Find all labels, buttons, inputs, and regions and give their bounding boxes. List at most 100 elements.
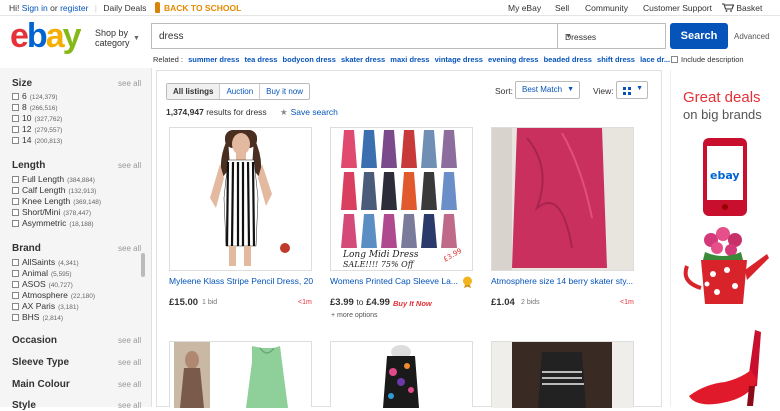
item-card[interactable] <box>169 341 312 408</box>
phone-screen-logo: ebay <box>710 169 740 182</box>
my-ebay-link[interactable]: My eBay <box>508 3 541 13</box>
size-see-all[interactable]: see all <box>118 79 141 88</box>
sort-select[interactable]: Best Match ▼ <box>515 81 580 99</box>
basket-link[interactable]: Basket <box>722 3 762 13</box>
brand-scrollbar[interactable] <box>141 253 145 277</box>
main-colour-heading[interactable]: Main Colour <box>12 379 70 390</box>
include-description-checkbox[interactable] <box>671 56 678 63</box>
filter-item[interactable]: 12 (279,557) <box>12 124 62 134</box>
item-card[interactable] <box>491 341 634 408</box>
filter-count: (18,188) <box>69 221 94 228</box>
filter-item[interactable]: Knee Length (369,148) <box>12 196 101 206</box>
shop-by-category[interactable]: Shop by category ▼ <box>95 28 140 48</box>
advanced-search-link[interactable]: Advanced <box>734 32 770 41</box>
sell-link[interactable]: Sell <box>555 3 569 13</box>
related-link[interactable]: shift dress <box>597 55 635 64</box>
search-button[interactable]: Search <box>670 23 728 49</box>
related-link[interactable]: bodycon dress <box>283 55 336 64</box>
related-link[interactable]: skater dress <box>341 55 385 64</box>
related-link[interactable]: summer dress <box>188 55 239 64</box>
sleeve-type-heading[interactable]: Sleeve Type <box>12 357 69 368</box>
filter-item[interactable]: 8 (266,516) <box>12 102 58 112</box>
filter-label: Atmosphere <box>22 290 68 300</box>
item-image[interactable]: Long Midi Dress SALE!!!! 75% Off £3.99 <box>331 128 472 270</box>
filter-item[interactable]: BHS (2,814) <box>12 312 63 322</box>
checkbox[interactable] <box>12 126 19 133</box>
item-card[interactable]: Long Midi Dress SALE!!!! 75% Off £3.99 <box>330 127 473 271</box>
filter-item[interactable]: Animal (5,595) <box>12 268 72 278</box>
ebay-logo[interactable]: ebay <box>10 19 82 53</box>
filter-item[interactable]: Asymmetric (18,188) <box>12 218 94 228</box>
advertisement-banner[interactable]: Great deals on big brands ebay <box>670 70 780 407</box>
checkbox[interactable] <box>12 137 19 144</box>
tab-buy-it-now[interactable]: Buy it now <box>260 84 309 99</box>
checkbox[interactable] <box>12 281 19 288</box>
filter-item[interactable]: ASOS (40,727) <box>12 279 73 289</box>
filter-item[interactable]: Calf Length (132,913) <box>12 185 96 195</box>
register-link[interactable]: register <box>60 3 88 13</box>
filter-item[interactable]: Short/Mini (378,447) <box>12 207 91 217</box>
checkbox[interactable] <box>12 93 19 100</box>
style-heading[interactable]: Style <box>12 400 36 411</box>
style-see-all[interactable]: see all <box>118 401 141 410</box>
checkbox[interactable] <box>12 292 19 299</box>
checkbox[interactable] <box>12 198 19 205</box>
length-see-all[interactable]: see all <box>118 161 141 170</box>
related-link[interactable]: evening dress <box>488 55 538 64</box>
customer-support-link[interactable]: Customer Support <box>643 3 712 13</box>
main-colour-see-all[interactable]: see all <box>118 380 141 389</box>
filter-item[interactable]: Atmosphere (22,180) <box>12 290 95 300</box>
checkbox[interactable] <box>12 270 19 277</box>
filter-item[interactable]: Full Length (384,884) <box>12 174 95 184</box>
checkbox[interactable] <box>12 303 19 310</box>
checkbox[interactable] <box>12 187 19 194</box>
view-select[interactable]: ▼ <box>616 81 648 99</box>
include-description-option[interactable]: Include description <box>671 55 744 64</box>
checkbox[interactable] <box>12 176 19 183</box>
checkbox[interactable] <box>12 259 19 266</box>
filter-item[interactable]: 6 (124,379) <box>12 91 58 101</box>
more-options-link[interactable]: + more options <box>331 312 378 319</box>
related-link[interactable]: lace dr... <box>640 55 670 64</box>
category-select[interactable]: Dresses ▼ <box>558 23 666 49</box>
price-to-word: to <box>356 297 364 307</box>
checkbox[interactable] <box>12 220 19 227</box>
item-card[interactable] <box>330 341 473 408</box>
item-image[interactable] <box>170 342 311 408</box>
related-link[interactable]: beaded dress <box>544 55 592 64</box>
filter-item[interactable]: 10 (327,762) <box>12 113 62 123</box>
sleeve-type-see-all[interactable]: see all <box>118 358 141 367</box>
item-image[interactable] <box>331 342 472 408</box>
item-title[interactable]: Myleene Klass Stripe Pencil Dress, 20 <box>169 276 313 286</box>
related-link[interactable]: maxi dress <box>390 55 429 64</box>
item-card[interactable] <box>169 127 312 271</box>
item-image[interactable] <box>170 128 311 270</box>
daily-deals-link[interactable]: Daily Deals <box>103 3 146 13</box>
tab-auction[interactable]: Auction <box>220 84 261 99</box>
back-to-school-promo[interactable]: BACK TO SCHOOL <box>155 2 241 13</box>
checkbox[interactable] <box>12 314 19 321</box>
item-title[interactable]: Womens Printed Cap Sleeve La... <box>330 276 458 286</box>
filter-label: Full Length <box>22 174 65 184</box>
checkbox[interactable] <box>12 104 19 111</box>
checkbox[interactable] <box>12 115 19 122</box>
brand-see-all[interactable]: see all <box>118 244 141 253</box>
item-card[interactable] <box>491 127 634 271</box>
item-image[interactable] <box>492 342 633 408</box>
item-title[interactable]: Atmosphere size 14 berry skater sty... <box>491 276 633 286</box>
filter-item[interactable]: AX Paris (3,181) <box>12 301 79 311</box>
occasion-heading[interactable]: Occasion <box>12 335 57 346</box>
save-search-link[interactable]: ★ Save search <box>280 107 338 118</box>
occasion-see-all[interactable]: see all <box>118 336 141 345</box>
divider: | <box>94 3 98 13</box>
filter-item[interactable]: 14 (200,813) <box>12 135 62 145</box>
related-link[interactable]: tea dress <box>245 55 278 64</box>
related-link[interactable]: vintage dress <box>435 55 483 64</box>
search-input[interactable]: dress <box>151 23 558 49</box>
tab-all-listings[interactable]: All listings <box>167 84 221 99</box>
item-image[interactable] <box>492 128 633 270</box>
community-link[interactable]: Community <box>585 3 628 13</box>
checkbox[interactable] <box>12 209 19 216</box>
filter-item[interactable]: AllSaints (4,341) <box>12 257 79 267</box>
sign-in-link[interactable]: Sign in <box>22 3 48 13</box>
